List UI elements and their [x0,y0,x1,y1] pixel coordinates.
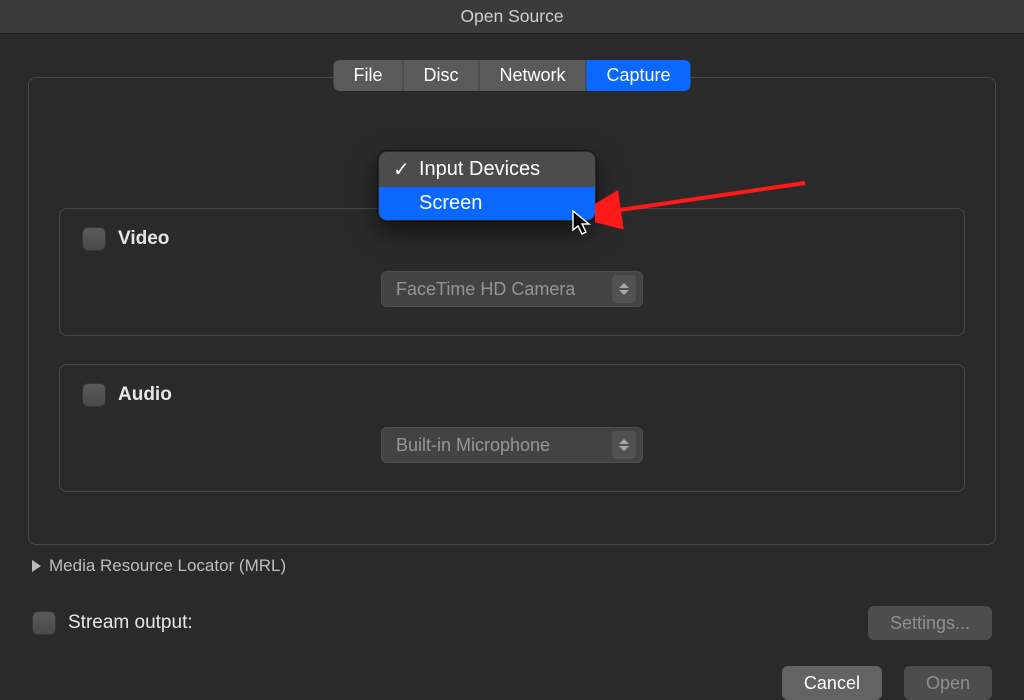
tab-capture[interactable]: Capture [585,60,690,91]
stream-output-label: Stream output: [68,612,193,634]
capture-panel: Video FaceTime HD Camera Audio Built-in … [28,77,996,545]
dropdown-item-screen[interactable]: Screen [379,187,595,220]
audio-device-select[interactable]: Built-in Microphone [381,427,643,463]
mrl-label: Media Resource Locator (MRL) [49,556,286,576]
open-button[interactable]: Open [904,666,992,700]
dropdown-item-label: Screen [419,192,482,215]
settings-button[interactable]: Settings... [868,606,992,640]
disclosure-triangle-icon [32,560,41,572]
tab-disc[interactable]: Disc [402,60,478,91]
audio-label: Audio [118,384,172,406]
audio-group: Audio Built-in Microphone [59,364,965,492]
window-title: Open Source [460,6,563,27]
tab-network[interactable]: Network [478,60,585,91]
video-label: Video [118,228,169,250]
dropdown-item-label: Input Devices [419,158,540,181]
tab-file[interactable]: File [333,60,402,91]
cancel-button[interactable]: Cancel [782,666,882,700]
capture-mode-dropdown: ✓ Input Devices Screen [378,151,596,221]
video-group: Video FaceTime HD Camera [59,208,965,336]
source-tabs: File Disc Network Capture [333,60,690,91]
video-device-value: FaceTime HD Camera [396,279,575,300]
mrl-disclosure[interactable]: Media Resource Locator (MRL) [32,556,286,576]
stream-output-checkbox[interactable] [32,611,56,635]
dropdown-item-input-devices[interactable]: ✓ Input Devices [379,152,595,187]
video-device-select[interactable]: FaceTime HD Camera [381,271,643,307]
audio-checkbox[interactable] [82,383,106,407]
select-stepper-icon [612,275,636,303]
select-stepper-icon [612,431,636,459]
audio-device-value: Built-in Microphone [396,435,550,456]
checkmark-icon: ✓ [393,157,413,182]
video-checkbox[interactable] [82,227,106,251]
